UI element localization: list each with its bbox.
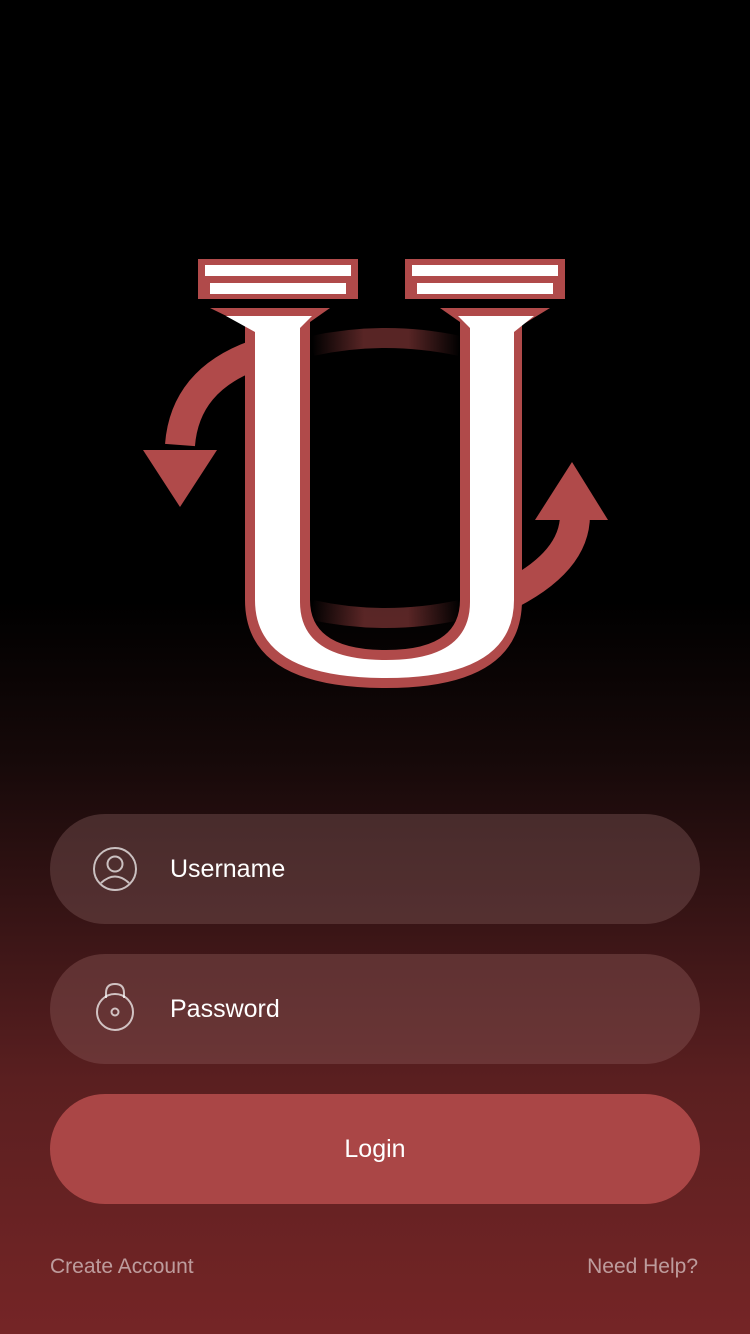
create-account-link[interactable]: Create Account <box>50 1255 194 1279</box>
need-help-link[interactable]: Need Help? <box>587 1255 698 1279</box>
app-logo <box>130 240 630 710</box>
pillar-u-logo-icon <box>143 259 608 688</box>
user-icon <box>92 846 138 892</box>
password-field[interactable] <box>50 954 700 1064</box>
username-input[interactable] <box>170 814 670 924</box>
lock-icon <box>92 982 138 1032</box>
login-button[interactable]: Login <box>50 1094 700 1204</box>
password-input[interactable] <box>170 954 670 1064</box>
username-field[interactable] <box>50 814 700 924</box>
